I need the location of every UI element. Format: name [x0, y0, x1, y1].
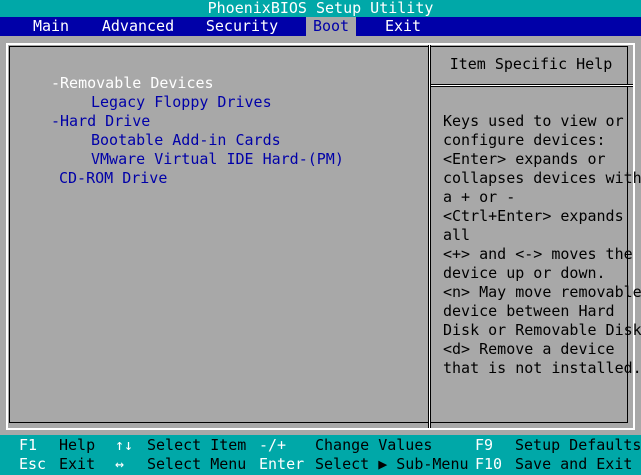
help-line: <Ctrl+Enter> expands: [443, 207, 624, 225]
key-f9: F9: [475, 436, 494, 454]
key-enter: Enter: [259, 455, 305, 473]
key-up-down-desc: Select Item: [147, 436, 247, 454]
help-line: device between Hard: [443, 302, 615, 320]
help-line: that is not installed.: [443, 359, 641, 377]
help-line: all: [443, 226, 471, 244]
boot-panel: -Removable Devices Legacy Floppy Drives …: [0, 36, 641, 435]
menu-boot[interactable]: Boot: [306, 17, 356, 36]
help-divider: [428, 45, 431, 428]
help-text: Keys used to view or configure devices: …: [443, 112, 641, 378]
key-esc: Esc: [19, 455, 47, 473]
help-line: <d> Remove a device: [443, 340, 615, 358]
help-line: Disk or Removable Disk: [443, 321, 641, 339]
help-line: a + or -: [443, 188, 516, 206]
window-title: PhoenixBIOS Setup Utility: [0, 0, 641, 17]
menu-main[interactable]: Main: [24, 17, 78, 36]
menu-security[interactable]: Security: [202, 17, 282, 36]
boot-item-vmware-ide-hdd[interactable]: VMware Virtual IDE Hard-(PM): [91, 150, 344, 169]
menu-bar: Main Advanced Security Boot Exit: [0, 17, 641, 36]
boot-item-bootable-addin-cards[interactable]: Bootable Add-in Cards: [91, 131, 281, 150]
key-left-right: ↔: [115, 455, 125, 473]
key-enter-desc: Select ▶ Sub-Menu: [315, 455, 469, 473]
key-legend-footer: F1 Help ↑↓ Select Item -/+ Change Values…: [0, 435, 641, 475]
key-minus-plus-desc: Change Values: [315, 436, 433, 454]
key-minus-plus: -/+: [259, 436, 287, 454]
help-line: <+> and <-> moves the: [443, 245, 633, 263]
help-line: device up or down.: [443, 264, 606, 282]
boot-item-removable-devices[interactable]: -Removable Devices: [51, 74, 214, 93]
boot-item-cdrom-drive[interactable]: CD-ROM Drive: [59, 169, 167, 188]
help-line: collapses devices with: [443, 169, 641, 187]
help-line: configure devices:: [443, 131, 606, 149]
key-f10-desc: Save and Exit: [515, 455, 633, 473]
key-f10: F10: [475, 455, 503, 473]
help-line: Keys used to view or: [443, 112, 624, 130]
help-line: <n> May move removable: [443, 283, 641, 301]
key-f1-desc: Help: [59, 436, 96, 454]
key-f9-desc: Setup Defaults: [515, 436, 641, 454]
menu-exit[interactable]: Exit: [378, 17, 428, 36]
key-f1: F1: [19, 436, 38, 454]
key-left-right-desc: Select Menu: [147, 455, 247, 473]
help-title-separator: [431, 84, 633, 87]
key-esc-desc: Exit: [59, 455, 96, 473]
boot-item-hard-drive[interactable]: -Hard Drive: [51, 112, 150, 131]
boot-item-legacy-floppy[interactable]: Legacy Floppy Drives: [91, 93, 272, 112]
help-title: Item Specific Help: [449, 55, 613, 73]
key-up-down: ↑↓: [115, 436, 134, 454]
menu-advanced[interactable]: Advanced: [98, 17, 178, 36]
help-line: <Enter> expands or: [443, 150, 606, 168]
